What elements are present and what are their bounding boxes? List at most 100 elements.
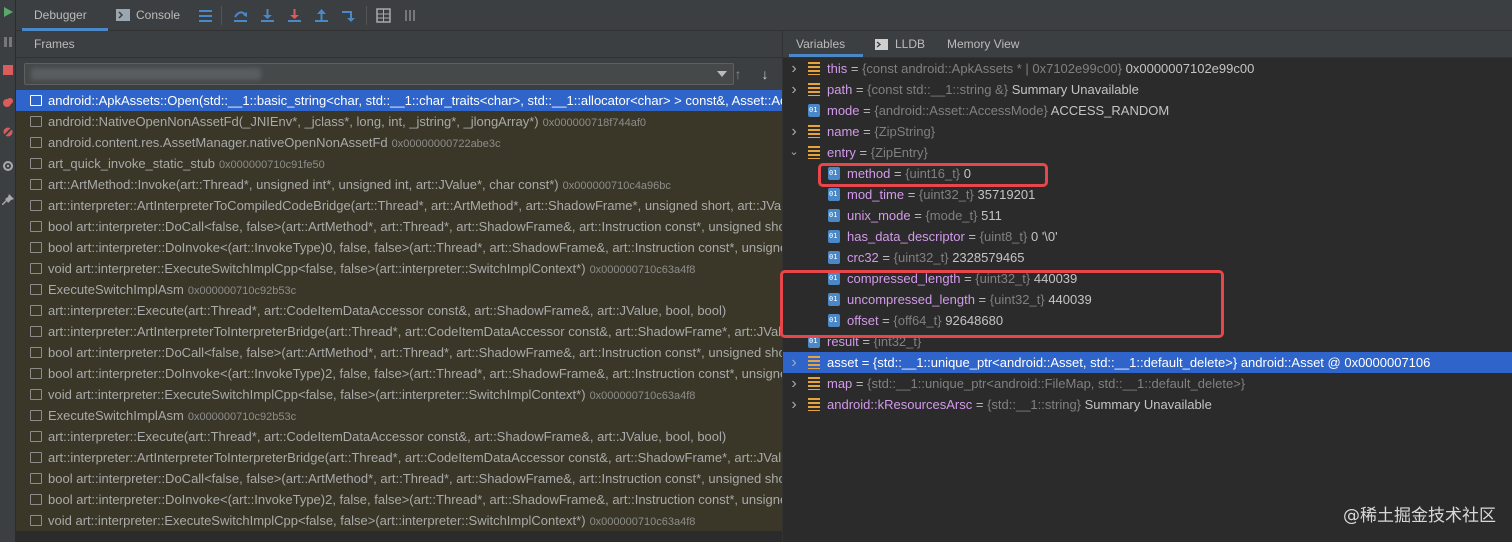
pin-icon[interactable]	[2, 194, 14, 206]
variable-row-name[interactable]: › name = {ZipString}	[783, 121, 1512, 142]
evaluate-expression-icon[interactable]	[376, 8, 391, 23]
frame-row[interactable]: ExecuteSwitchImplAsm 0x000000710c92b53c	[16, 279, 782, 300]
stack-frame-icon	[30, 263, 42, 274]
equals-sign: =	[878, 313, 894, 328]
frame-function: art::interpreter::ArtInterpreterToInterp…	[48, 450, 782, 465]
frame-row[interactable]: void art::interpreter::ExecuteSwitchImpl…	[16, 510, 782, 531]
primitive-value-icon	[828, 209, 840, 222]
force-step-into-icon[interactable]	[287, 8, 302, 23]
pause-icon[interactable]	[2, 36, 14, 48]
frame-address: 0x000000710c63a4f8	[589, 264, 696, 276]
view-breakpoints-icon[interactable]	[2, 96, 14, 108]
field-icon	[808, 356, 820, 369]
chevron-right-icon[interactable]: ›	[788, 121, 800, 142]
variable-row-map[interactable]: › map = {std::__1::unique_ptr<android::Fi…	[783, 373, 1512, 394]
frame-row[interactable]: android::NativeOpenNonAssetFd(_JNIEnv*, …	[16, 111, 782, 132]
frame-row[interactable]: art::interpreter::ArtInterpreterToCompil…	[16, 195, 782, 216]
tab-label: Console	[136, 8, 181, 22]
primitive-value-icon	[828, 314, 840, 327]
frame-row[interactable]: art::interpreter::ArtInterpreterToInterp…	[16, 447, 782, 468]
toolbar-divider	[366, 6, 367, 25]
tab-memory-view[interactable]: Memory View	[947, 31, 1019, 58]
variable-name: map	[827, 376, 853, 391]
variable-name: offset	[847, 313, 879, 328]
chevron-right-icon[interactable]: ›	[788, 373, 800, 394]
variable-row-android-kresourcesarsc[interactable]: › android::kResourcesArsc = {std::__1::st…	[783, 394, 1512, 415]
variable-value: 2328579465	[952, 250, 1025, 265]
variable-row-offset[interactable]: offset = {off64_t} 92648680	[783, 310, 1512, 331]
frame-row[interactable]: bool art::interpreter::DoInvoke<(art::In…	[16, 363, 782, 384]
frame-row[interactable]: bool art::interpreter::DoCall<false, fal…	[16, 342, 782, 363]
equals-sign: =	[960, 271, 976, 286]
thread-selector-dropdown[interactable]	[24, 63, 734, 85]
chevron-right-icon[interactable]: ›	[788, 394, 800, 415]
variable-text: result = {int32_t}	[827, 331, 921, 352]
tab-label: Debugger	[34, 8, 87, 22]
chevron-right-icon[interactable]: ›	[788, 79, 800, 100]
variable-row-method[interactable]: method = {uint16_t} 0	[783, 163, 1512, 184]
settings-icon[interactable]	[2, 160, 14, 172]
hamburger-menu-icon[interactable]	[198, 8, 213, 23]
variable-name: this	[827, 61, 848, 76]
variable-name: name	[827, 124, 860, 139]
frame-row[interactable]: void art::interpreter::ExecuteSwitchImpl…	[16, 258, 782, 279]
variable-name: result	[827, 334, 859, 349]
frame-row[interactable]: bool art::interpreter::DoCall<false, fal…	[16, 216, 782, 237]
equals-sign: =	[972, 397, 988, 412]
variable-row-has-data-descriptor[interactable]: has_data_descriptor = {uint8_t} 0 '\0'	[783, 226, 1512, 247]
resume-icon[interactable]	[2, 6, 14, 18]
restore-layout-icon[interactable]	[402, 8, 417, 23]
thread-name-blurred	[31, 68, 261, 80]
variable-row-entry[interactable]: ⌄ entry = {ZipEntry}	[783, 142, 1512, 163]
tab-debugger[interactable]: Debugger	[22, 0, 108, 31]
step-over-icon[interactable]	[233, 8, 248, 23]
frame-function: bool art::interpreter::DoInvoke<(art::In…	[48, 240, 782, 255]
variable-row-compressed-length[interactable]: compressed_length = {uint32_t} 440039	[783, 268, 1512, 289]
frame-row[interactable]: art::interpreter::Execute(art::Thread*, …	[16, 426, 782, 447]
variable-value: 511	[981, 208, 1002, 223]
frame-row[interactable]: art::interpreter::Execute(art::Thread*, …	[16, 300, 782, 321]
variable-row-unix-mode[interactable]: unix_mode = {mode_t} 511	[783, 205, 1512, 226]
variable-row-result[interactable]: result = {int32_t}	[783, 331, 1512, 352]
variable-row-uncompressed-length[interactable]: uncompressed_length = {uint32_t} 440039	[783, 289, 1512, 310]
variable-value: Summary Unavailable	[1084, 397, 1212, 412]
frame-row[interactable]: art::interpreter::ArtInterpreterToInterp…	[16, 321, 782, 342]
step-into-icon[interactable]	[260, 8, 275, 23]
variable-type: {int32_t}	[873, 334, 922, 349]
frame-row[interactable]: bool art::interpreter::DoInvoke<(art::In…	[16, 489, 782, 510]
arrow-down-icon[interactable]: ↓	[758, 66, 772, 82]
variable-row-mode[interactable]: mode = {android::Asset::AccessMode} ACCE…	[783, 100, 1512, 121]
run-to-cursor-icon[interactable]	[341, 8, 356, 23]
stack-frame-icon	[30, 347, 42, 358]
frame-row[interactable]: bool art::interpreter::DoCall<false, fal…	[16, 468, 782, 489]
tab-console[interactable]: Console	[114, 0, 198, 31]
frame-row[interactable]: art::ArtMethod::Invoke(art::Thread*, uns…	[16, 174, 782, 195]
variable-text: compressed_length = {uint32_t} 440039	[847, 268, 1077, 289]
variable-row-path[interactable]: › path = {const std::__1::string &} Summa…	[783, 79, 1512, 100]
chevron-right-icon[interactable]: ›	[788, 58, 800, 79]
variable-row-this[interactable]: › this = {const android::ApkAssets * | 0x…	[783, 58, 1512, 79]
variable-name: mode	[827, 103, 860, 118]
frame-row[interactable]: android::ApkAssets::Open(std::__1::basic…	[16, 90, 782, 111]
frame-row[interactable]: art_quick_invoke_static_stub 0x000000710c…	[16, 153, 782, 174]
arrow-up-icon[interactable]: ↑	[731, 66, 745, 82]
chevron-right-icon[interactable]: ›	[788, 352, 800, 373]
stop-icon[interactable]	[2, 64, 14, 76]
variable-text: mode = {android::Asset::AccessMode} ACCE…	[827, 100, 1169, 121]
frame-row[interactable]: ExecuteSwitchImplAsm 0x000000710c92b53c	[16, 405, 782, 426]
variable-type: {off64_t}	[893, 313, 942, 328]
toolbar-divider	[221, 6, 222, 25]
variable-row-asset[interactable]: › asset = {std::__1::unique_ptr<android::…	[783, 352, 1512, 373]
variable-row-crc32[interactable]: crc32 = {uint32_t} 2328579465	[783, 247, 1512, 268]
mute-breakpoints-icon[interactable]	[2, 126, 14, 138]
frame-row[interactable]: void art::interpreter::ExecuteSwitchImpl…	[16, 384, 782, 405]
debug-tool-strip	[0, 0, 16, 542]
frame-row[interactable]: android.content.res.AssetManager.nativeO…	[16, 132, 782, 153]
stack-frame-icon	[30, 179, 42, 190]
step-out-icon[interactable]	[314, 8, 329, 23]
stack-frame-icon	[30, 242, 42, 253]
variable-row-mod-time[interactable]: mod_time = {uint32_t} 35719201	[783, 184, 1512, 205]
frame-row[interactable]: bool art::interpreter::DoInvoke<(art::In…	[16, 237, 782, 258]
field-icon	[808, 62, 820, 75]
chevron-down-icon[interactable]: ⌄	[788, 142, 800, 163]
